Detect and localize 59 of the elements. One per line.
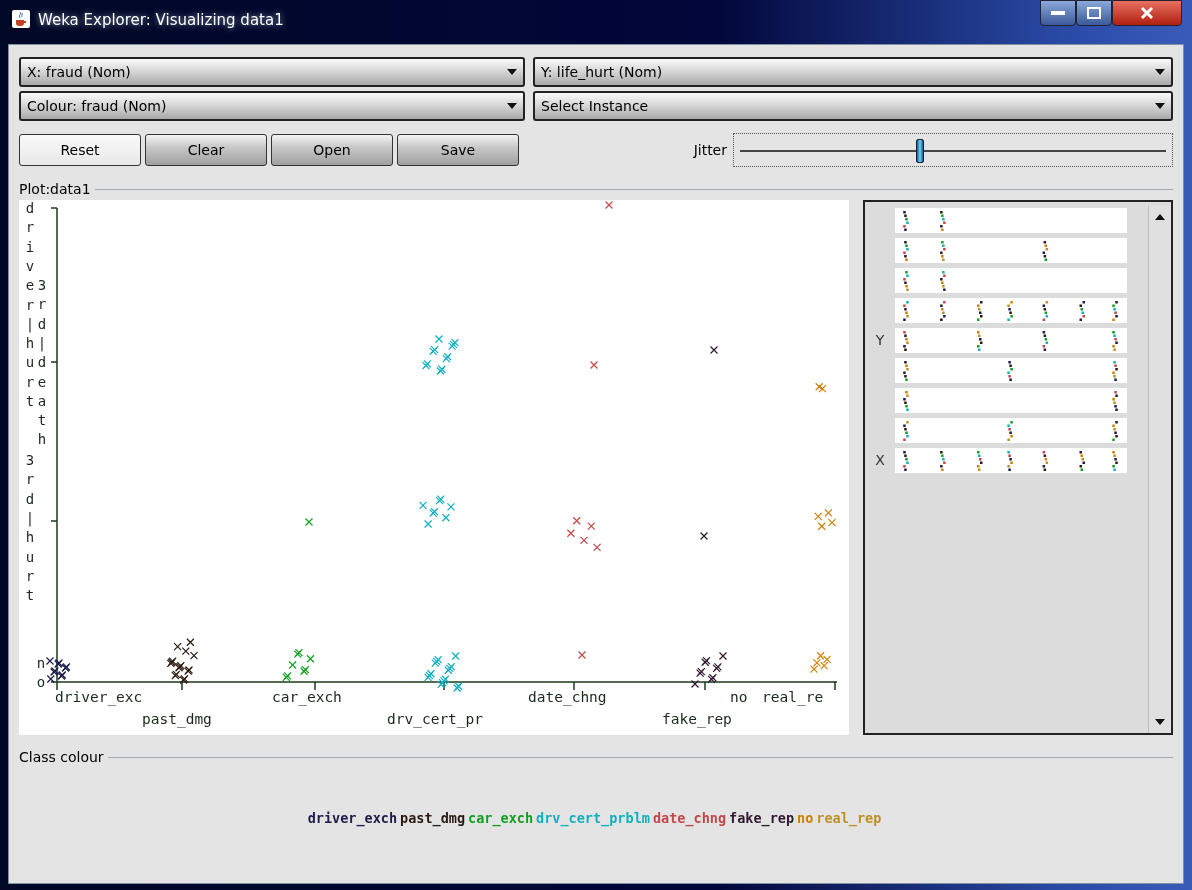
axis-letter: Y [874, 331, 886, 350]
minimize-button[interactable] [1040, 0, 1076, 26]
class-label: driver_exch [307, 810, 398, 826]
x-axis-label: real_re [762, 689, 824, 705]
class-label: fake_rep [729, 810, 795, 826]
y-axis-label: 3rd|hurt [25, 452, 35, 604]
section-title: Plot:data1 [19, 181, 95, 197]
y-axis-label: driver|hurt [25, 200, 35, 409]
scatter-thumbnail[interactable] [895, 238, 1127, 263]
x-axis-label: drv_cert_pr [387, 711, 484, 727]
maximize-button[interactable] [1076, 0, 1112, 26]
class-label: past_dmg [400, 810, 466, 826]
caret-icon [1155, 103, 1165, 109]
toolbar-button[interactable]: Save [397, 134, 519, 166]
caret-icon [507, 69, 517, 75]
class-label: no [797, 810, 814, 826]
class-label: drv_cert_prblm [536, 810, 650, 826]
close-icon [1140, 6, 1154, 20]
scatter-thumbnail[interactable] [895, 448, 1127, 473]
caret-icon [507, 103, 517, 109]
slider-thumb[interactable] [915, 139, 924, 163]
scatter-thumbnail[interactable] [895, 208, 1127, 233]
scatter-thumbnail[interactable] [895, 358, 1127, 383]
x-axis-label: fake_rep [662, 711, 732, 727]
scroll-down-icon[interactable] [1155, 719, 1165, 725]
minimize-icon [1051, 11, 1065, 15]
x-axis-label: driver_exc [55, 689, 143, 705]
y-axis-label: 3rd|death [37, 277, 47, 448]
caret-icon [1155, 69, 1165, 75]
maximize-icon [1087, 7, 1101, 19]
jitter-slider[interactable] [733, 133, 1173, 167]
toolbar-button[interactable]: Clear [145, 134, 267, 166]
x-axis-label: past_dmg [142, 711, 212, 727]
scroll-up-icon[interactable] [1155, 214, 1165, 220]
scatter-thumbnail[interactable] [895, 328, 1127, 353]
toolbar-button[interactable]: Open [271, 134, 393, 166]
section-title: Class colour [19, 749, 108, 765]
class-label: date_chng [652, 810, 727, 826]
scrollbar[interactable] [1148, 206, 1171, 733]
scatter-thumbnail[interactable] [895, 268, 1127, 293]
window-title: Weka Explorer: Visualizing data1 [38, 10, 285, 30]
scatter-thumbnail[interactable] [895, 298, 1127, 323]
dropdown[interactable]: X: fraud (Nom) [19, 57, 525, 87]
scatter-thumbnail[interactable] [895, 388, 1127, 413]
scatter-thumbnail[interactable] [895, 418, 1127, 443]
x-axis-label: no [730, 689, 748, 705]
dropdown[interactable]: Colour: fraud (Nom) [19, 91, 525, 121]
axis-letter: X [874, 451, 886, 470]
close-button[interactable] [1112, 0, 1182, 26]
y-axis-label: no [36, 655, 46, 691]
class-label: car_exch [468, 810, 534, 826]
toolbar-button[interactable]: Reset [19, 134, 141, 166]
java-cup-icon [12, 10, 30, 28]
dropdown[interactable]: Select Instance [533, 91, 1173, 121]
dropdown[interactable]: Y: life_hurt (Nom) [533, 57, 1173, 87]
jitter-label: Jitter [693, 142, 727, 158]
x-axis-label: date_chng [528, 689, 607, 705]
x-axis-label: car_exch [272, 689, 342, 705]
class-label: real_rep [816, 810, 882, 826]
